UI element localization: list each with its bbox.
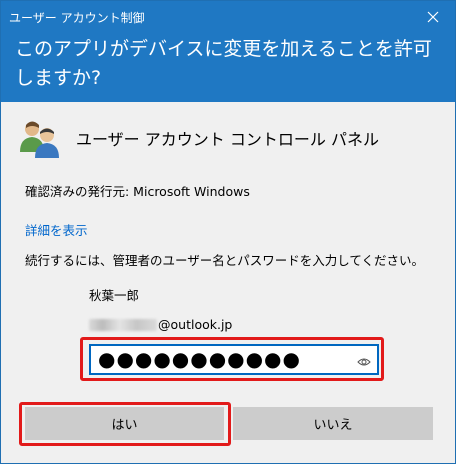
redacted-email-prefix (89, 318, 157, 331)
email-domain: @outlook.jp (158, 317, 233, 332)
password-masked-value: ●●●●●●●●●●● (98, 347, 301, 371)
app-info: ユーザー アカウント コントロール パネル (18, 118, 379, 158)
app-name: ユーザー アカウント コントロール パネル (76, 130, 379, 149)
account-display-name: 秋葉一郎 (89, 288, 140, 303)
show-details-link[interactable]: 詳細を表示 (25, 220, 88, 239)
close-icon (427, 11, 439, 23)
verified-publisher: 確認済みの発行元: Microsoft Windows (25, 184, 250, 199)
account-email: @outlook.jp (89, 317, 232, 332)
instruction-text: 続行するには、管理者のユーザー名とパスワードを入力してください。 (25, 253, 425, 268)
yes-button[interactable]: はい (25, 407, 224, 440)
dialog-header: ユーザー アカウント制御 このアプリがデバイスに変更を加えることを許可しますか? (1, 1, 455, 102)
window-title: ユーザー アカウント制御 (9, 11, 145, 25)
reveal-password-button[interactable] (357, 353, 371, 372)
uac-dialog: ユーザー アカウント制御 このアプリがデバイスに変更を加えることを許可しますか?… (0, 0, 456, 464)
password-input[interactable]: ●●●●●●●●●●● (89, 344, 379, 375)
users-icon (20, 121, 59, 158)
no-button[interactable]: いいえ (233, 407, 433, 440)
close-button[interactable] (419, 4, 447, 30)
eye-icon (357, 358, 371, 366)
consent-question: このアプリがデバイスに変更を加えることを許可しますか? (15, 38, 432, 89)
